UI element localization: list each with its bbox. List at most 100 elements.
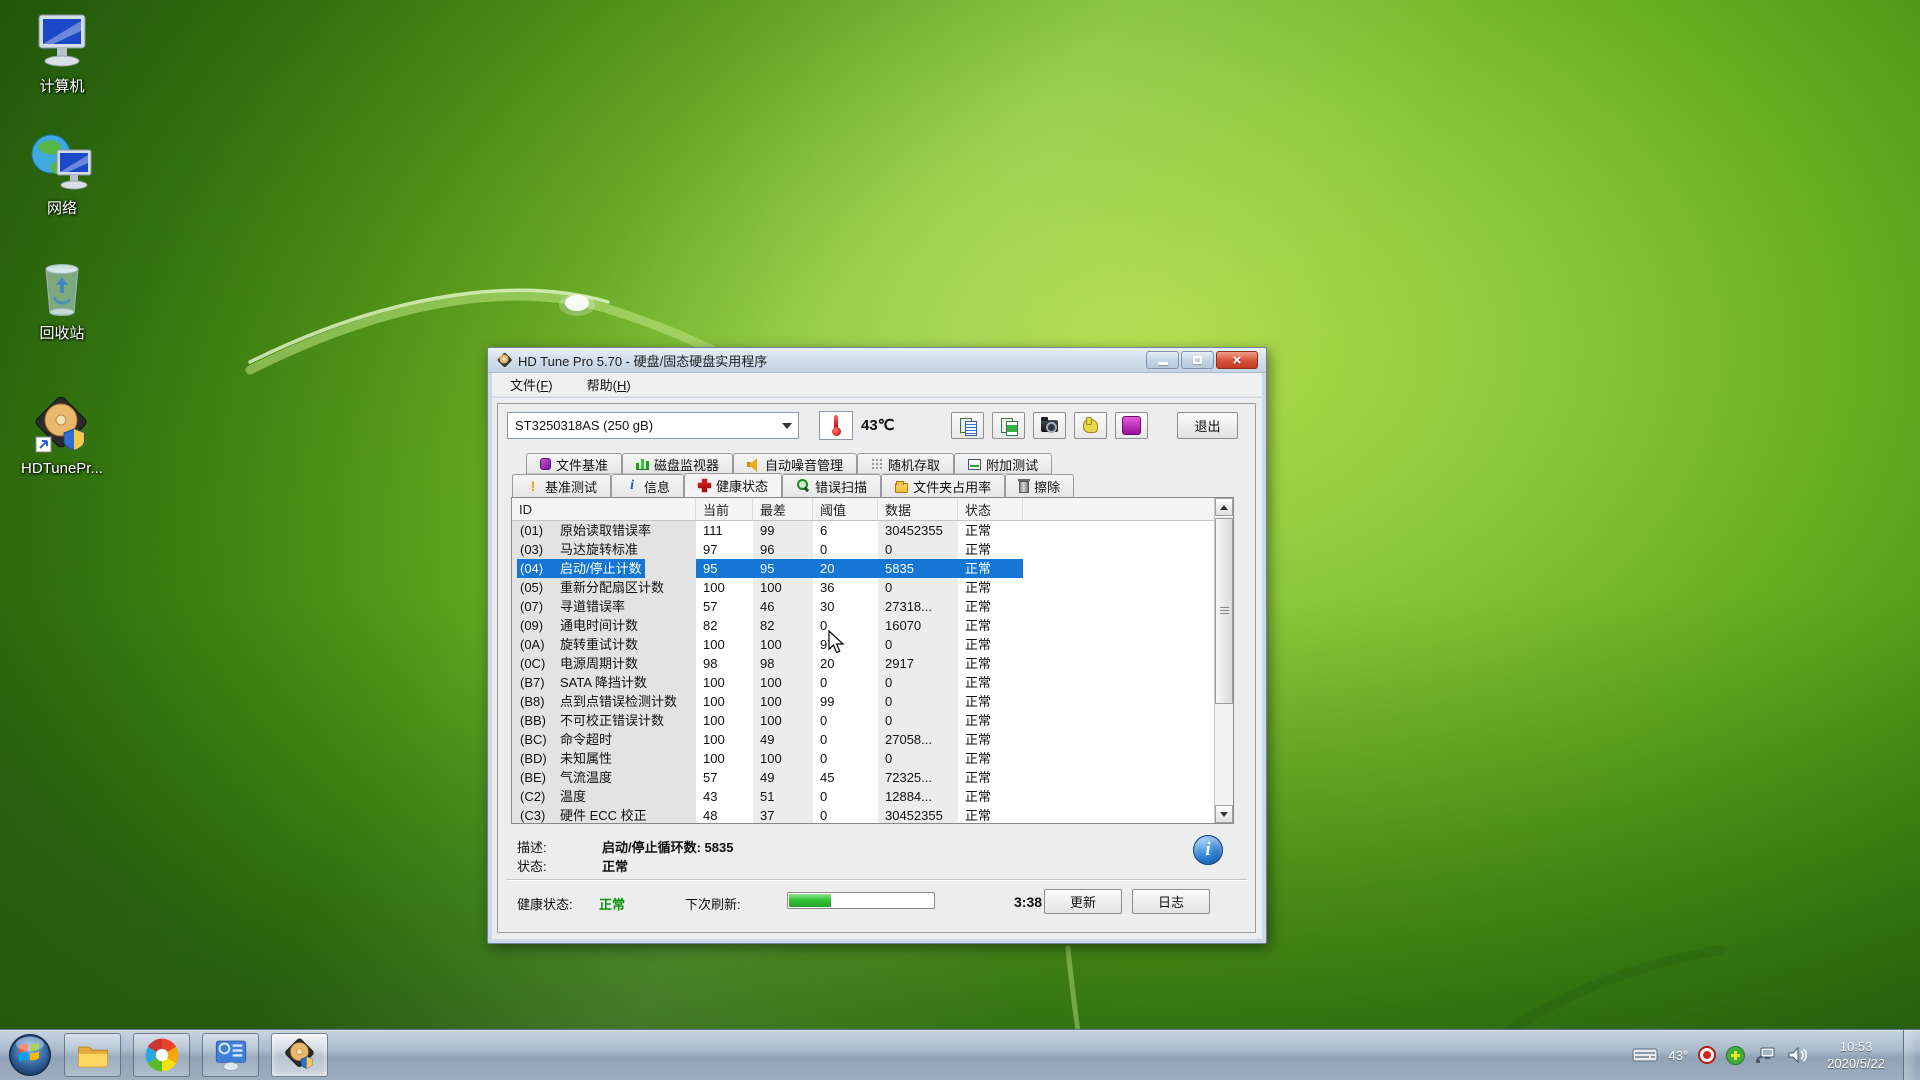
drive-selector[interactable]: ST3250318AS (250 gB) — [507, 412, 799, 439]
tab-item[interactable]: 错误扫描 — [782, 474, 881, 497]
temperature-button[interactable] — [819, 411, 853, 440]
column-header-threshold[interactable]: 阈值 — [813, 498, 878, 520]
log-button[interactable]: 日志 — [1132, 889, 1210, 914]
table-row[interactable]: (04)启动/停止计数 95 95 20 5835 正常 — [512, 559, 1214, 578]
tab-item[interactable]: 擦除 — [1005, 474, 1074, 497]
next-refresh-label: 下次刷新: — [685, 894, 741, 913]
maximize-button[interactable] — [1181, 351, 1214, 369]
tray-hdtune-temp-icon[interactable] — [1698, 1046, 1716, 1064]
update-button[interactable]: 更新 — [1044, 889, 1122, 914]
table-row[interactable]: (B7)SATA 降挡计数 100 100 0 0 正常 — [512, 673, 1214, 692]
table-row[interactable]: (C2)温度 43 51 0 12884... 正常 — [512, 787, 1214, 806]
system-tool-icon — [213, 1037, 249, 1073]
refresh-countdown: 3:38 — [1014, 894, 1042, 910]
taskbar-explorer-button[interactable] — [64, 1033, 121, 1077]
desktop-icon-label: 计算机 — [39, 75, 84, 96]
menu-bar: 文件(F) 帮助(H) — [492, 373, 1262, 397]
start-button[interactable] — [8, 1033, 52, 1077]
recycle-bin-icon — [32, 255, 92, 319]
system-tray: 43° 10:53 2020/5/22 — [1632, 1030, 1920, 1080]
tray-temperature[interactable]: 43° — [1668, 1048, 1688, 1063]
network-tray-icon[interactable] — [1755, 1046, 1777, 1064]
vertical-scrollbar[interactable] — [1214, 498, 1233, 823]
taskbar-bluetool-button[interactable] — [202, 1033, 259, 1077]
table-header: ID 当前 最差 阈值 数据 状态 — [512, 498, 1233, 521]
download-icon — [1122, 416, 1141, 435]
tab-row-2: 基准测试 信息 健康状态 错误扫描 — [512, 474, 1074, 497]
description-label: 描述: — [517, 837, 547, 856]
column-header-current[interactable]: 当前 — [696, 498, 753, 520]
tray-security-icon[interactable] — [1726, 1046, 1745, 1065]
refresh-progress-fill — [789, 894, 831, 907]
clock-time: 10:53 — [1827, 1038, 1885, 1055]
table-row[interactable]: (03)马达旋转标准 97 96 0 0 正常 — [512, 540, 1214, 559]
filebench-icon — [540, 458, 551, 470]
tab-item[interactable]: 随机存取 — [857, 453, 954, 474]
toolbar-icon-button[interactable] — [1074, 412, 1107, 439]
column-header-data[interactable]: 数据 — [878, 498, 958, 520]
info-icon[interactable]: i — [1193, 835, 1223, 865]
exit-button[interactable]: 退出 — [1177, 412, 1238, 439]
refresh-progress-bar — [787, 892, 935, 909]
tab-item[interactable]: 文件基准 — [526, 453, 622, 474]
close-button[interactable]: × — [1216, 351, 1258, 369]
window-title: HD Tune Pro 5.70 - 硬盘/固态硬盘实用程序 — [518, 351, 767, 370]
scroll-up-icon — [1220, 505, 1228, 510]
table-row[interactable]: (07)寻道错误率 57 46 30 27318... 正常 — [512, 597, 1214, 616]
taskbar-hdtune-button[interactable] — [271, 1033, 328, 1077]
monitor-icon — [636, 458, 649, 470]
toolbar-icon-button[interactable] — [951, 412, 984, 439]
titlebar[interactable]: HD Tune Pro 5.70 - 硬盘/固态硬盘实用程序 × — [488, 348, 1266, 373]
table-row[interactable]: (0A)旋转重试计数 100 100 97 0 正常 — [512, 635, 1214, 654]
drive-selector-arrow[interactable] — [776, 413, 798, 438]
table-row[interactable]: (0C)电源周期计数 98 98 20 2917 正常 — [512, 654, 1214, 673]
scroll-down-button[interactable] — [1215, 805, 1233, 823]
tab-item[interactable]: 文件夹占用率 — [881, 474, 1005, 497]
drive-selector-value: ST3250318AS (250 gB) — [515, 418, 653, 433]
column-header-id[interactable]: ID — [512, 498, 696, 520]
mouse-cursor — [828, 630, 850, 654]
desktop-icon-hdtune[interactable]: HDTunePr... — [12, 395, 112, 478]
column-header-worst[interactable]: 最差 — [753, 498, 813, 520]
content-panel: ST3250318AS (250 gB) 43℃ — [497, 403, 1257, 934]
taskbar-clock[interactable]: 10:53 2020/5/22 — [1819, 1038, 1893, 1072]
chevron-down-icon — [782, 423, 792, 429]
table-row[interactable]: (C3)硬件 ECC 校正 48 37 0 30452355 正常 — [512, 806, 1214, 824]
table-body: (01)原始读取错误率 111 99 6 30452355 正常 (03)马达旋… — [512, 521, 1214, 823]
desktop-icon-recycle-bin[interactable]: 回收站 — [12, 255, 112, 343]
toolbar-icon-button[interactable] — [1033, 412, 1066, 439]
desktop-icon-network[interactable]: 网络 — [12, 132, 112, 218]
hdtune-app-icon — [496, 352, 512, 368]
toolbar-icon-button[interactable] — [992, 412, 1025, 439]
table-row[interactable]: (BB)不可校正错误计数 100 100 0 0 正常 — [512, 711, 1214, 730]
table-row[interactable]: (09)通电时间计数 82 82 0 16070 正常 — [512, 616, 1214, 635]
tab-item[interactable]: 磁盘监视器 — [622, 453, 733, 474]
folder-icon — [895, 483, 908, 493]
volume-tray-icon[interactable] — [1787, 1046, 1809, 1064]
taskbar-browser-button[interactable] — [133, 1033, 190, 1077]
tab-item[interactable]: 附加测试 — [954, 453, 1052, 474]
column-header-status[interactable]: 状态 — [958, 498, 1023, 520]
scroll-up-button[interactable] — [1215, 498, 1233, 516]
toolbar-icon-button[interactable] — [1115, 412, 1148, 439]
show-desktop-button[interactable] — [1903, 1030, 1916, 1080]
desktop-icon-label: 网络 — [47, 197, 77, 218]
table-row[interactable]: (BE)气流温度 57 49 45 72325... 正常 — [512, 768, 1214, 787]
menu-file[interactable]: 文件(F) — [506, 373, 557, 396]
scrollbar-thumb[interactable] — [1215, 518, 1233, 704]
status-label: 状态: — [517, 856, 547, 875]
table-row[interactable]: (01)原始读取错误率 111 99 6 30452355 正常 — [512, 521, 1214, 540]
hdtune-shortcut-icon — [30, 395, 94, 457]
table-row[interactable]: (BD)未知属性 100 100 0 0 正常 — [512, 749, 1214, 768]
desktop-icon-computer[interactable]: 计算机 — [12, 12, 112, 96]
tab-item[interactable]: 自动噪音管理 — [733, 453, 857, 474]
tab-item[interactable]: 信息 — [611, 474, 684, 497]
keyboard-tray-icon[interactable] — [1632, 1047, 1658, 1063]
table-row[interactable]: (B8)点到点错误检测计数 100 100 99 0 正常 — [512, 692, 1214, 711]
menu-help[interactable]: 帮助(H) — [583, 373, 635, 396]
minimize-button[interactable] — [1146, 351, 1179, 369]
tab-item[interactable]: 健康状态 — [684, 473, 782, 497]
table-row[interactable]: (05)重新分配扇区计数 100 100 36 0 正常 — [512, 578, 1214, 597]
tab-item[interactable]: 基准测试 — [512, 474, 611, 497]
table-row[interactable]: (BC)命令超时 100 49 0 27058... 正常 — [512, 730, 1214, 749]
